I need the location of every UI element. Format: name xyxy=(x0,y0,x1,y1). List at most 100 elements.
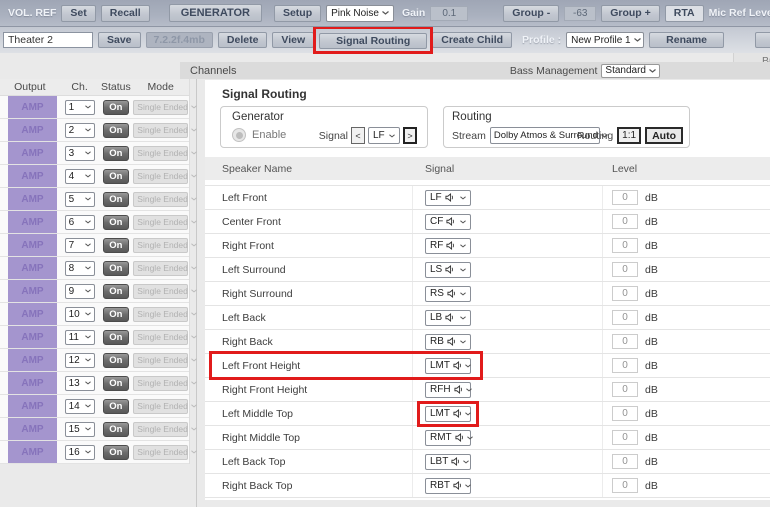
routing-auto-button[interactable]: Auto xyxy=(645,127,683,144)
chevron-down-icon xyxy=(191,312,197,316)
routing-group-box: Routing Stream Dolby Atmos & Surround Ro… xyxy=(443,106,690,148)
signal-select[interactable]: RB xyxy=(425,334,471,350)
profile-value: New Profile 1 xyxy=(571,35,630,46)
level-input[interactable] xyxy=(612,334,638,349)
channel-number-select[interactable]: 14 xyxy=(65,399,95,414)
level-input[interactable] xyxy=(612,214,638,229)
level-input[interactable] xyxy=(612,286,638,301)
signal-select[interactable]: CF xyxy=(425,214,471,230)
view-button[interactable]: View xyxy=(272,32,314,48)
signal-next-button[interactable]: > xyxy=(403,127,417,144)
status-on-button[interactable]: On xyxy=(103,123,129,138)
status-on-button[interactable]: On xyxy=(103,192,129,207)
status-on-button[interactable]: On xyxy=(103,261,129,276)
generator-enable-toggle[interactable] xyxy=(232,128,246,142)
status-on-button[interactable]: On xyxy=(103,445,129,460)
channel-number-select[interactable]: 10 xyxy=(65,307,95,322)
status-on-button[interactable]: On xyxy=(103,284,129,299)
status-on-button[interactable]: On xyxy=(103,330,129,345)
amp-output-badge: AMP xyxy=(8,441,57,463)
level-input[interactable] xyxy=(612,262,638,277)
create-child-button[interactable]: Create Child xyxy=(432,32,512,48)
status-on-button[interactable]: On xyxy=(103,146,129,161)
status-on-button[interactable]: On xyxy=(103,169,129,184)
channel-number-select[interactable]: 11 xyxy=(65,330,95,345)
level-input[interactable] xyxy=(612,190,638,205)
status-on-button[interactable]: On xyxy=(103,215,129,230)
signal-select[interactable]: LBT xyxy=(425,454,471,470)
status-on-button[interactable]: On xyxy=(103,238,129,253)
level-input[interactable] xyxy=(612,310,638,325)
group-plus-button[interactable]: Group + xyxy=(601,5,660,22)
channel-number-select[interactable]: 4 xyxy=(65,169,95,184)
status-on-button[interactable]: On xyxy=(103,399,129,414)
channel-number-select[interactable]: 8 xyxy=(65,261,95,276)
signal-select[interactable]: LF xyxy=(425,190,471,206)
mode-select: Single Ended xyxy=(133,146,188,161)
channel-number-select[interactable]: 1 xyxy=(65,100,95,115)
signal-select[interactable]: RMT xyxy=(425,430,471,446)
status-on-button[interactable]: On xyxy=(103,307,129,322)
routing-ratio-button[interactable]: 1:1 xyxy=(617,127,641,144)
amp-output-badge: AMP xyxy=(8,349,57,371)
speaker-icon xyxy=(445,193,454,202)
generator-button[interactable]: GENERATOR xyxy=(169,4,262,22)
chevron-down-icon xyxy=(85,335,91,339)
theater-name-input[interactable] xyxy=(3,32,93,48)
channel-number-select[interactable]: 9 xyxy=(65,284,95,299)
channel-number-select[interactable]: 13 xyxy=(65,376,95,391)
gain-input[interactable] xyxy=(430,6,468,21)
group-minus-button[interactable]: Group - xyxy=(503,5,559,22)
level-input[interactable] xyxy=(612,478,638,493)
noise-source-select[interactable]: Pink Noise xyxy=(326,5,394,22)
level-input[interactable] xyxy=(612,238,638,253)
channel-number-select[interactable]: 2 xyxy=(65,123,95,138)
signal-select[interactable]: RF xyxy=(425,238,471,254)
delete-button[interactable]: Delete xyxy=(218,32,268,48)
signal-select[interactable]: RBT xyxy=(425,478,471,494)
status-on-button[interactable]: On xyxy=(103,100,129,115)
channel-number-select[interactable]: 12 xyxy=(65,353,95,368)
status-on-button[interactable]: On xyxy=(103,353,129,368)
group-level-input[interactable] xyxy=(564,6,596,21)
level-input[interactable] xyxy=(612,382,638,397)
level-input[interactable] xyxy=(612,454,638,469)
channel-number-select[interactable]: 7 xyxy=(65,238,95,253)
rta-button[interactable]: RTA xyxy=(665,5,704,22)
save-button[interactable]: Save xyxy=(98,32,141,48)
signal-select[interactable]: LB xyxy=(425,310,471,326)
bass-management-select[interactable]: Standard xyxy=(601,64,660,78)
ch-column-header: Ch. xyxy=(60,81,100,93)
channel-number-select[interactable]: 15 xyxy=(65,422,95,437)
signal-select[interactable]: RFH xyxy=(425,382,471,398)
signal-routing-button[interactable]: Signal Routing xyxy=(319,33,427,49)
level-input[interactable] xyxy=(612,358,638,373)
edge-partial-button[interactable] xyxy=(755,32,770,48)
signal-prev-button[interactable]: < xyxy=(351,127,365,144)
profile-select[interactable]: New Profile 1 xyxy=(566,32,644,48)
vol-ref-set-button[interactable]: Set xyxy=(61,5,95,22)
channel-number-select[interactable]: 6 xyxy=(65,215,95,230)
chevron-down-icon xyxy=(466,388,472,392)
signal-select[interactable]: LMT xyxy=(425,406,471,422)
level-input[interactable] xyxy=(612,406,638,421)
status-on-button[interactable]: On xyxy=(103,422,129,437)
generator-signal-select[interactable]: LF xyxy=(368,127,400,144)
amp-output-badge: AMP xyxy=(8,372,57,394)
db-unit-label: dB xyxy=(645,360,658,372)
channel-number-select[interactable]: 16 xyxy=(65,445,95,460)
channel-number-select[interactable]: 3 xyxy=(65,146,95,161)
db-unit-label: dB xyxy=(645,264,658,276)
generator-setup-button[interactable]: Setup xyxy=(274,5,321,22)
channel-number-select[interactable]: 5 xyxy=(65,192,95,207)
status-on-button[interactable]: On xyxy=(103,376,129,391)
signal-select[interactable]: RS xyxy=(425,286,471,302)
rename-button[interactable]: Rename xyxy=(649,32,724,48)
theater-toolbar: Save 7.2.2f.4mb Delete View Signal Routi… xyxy=(0,27,770,53)
level-input[interactable] xyxy=(612,430,638,445)
signal-select[interactable]: LS xyxy=(425,262,471,278)
speaker-row: Left Surround LS dB xyxy=(205,258,770,282)
signal-select[interactable]: LMT xyxy=(425,358,471,374)
amp-channel-row: AMP 6 On Single Ended xyxy=(0,211,189,234)
vol-ref-recall-button[interactable]: Recall xyxy=(101,5,150,22)
